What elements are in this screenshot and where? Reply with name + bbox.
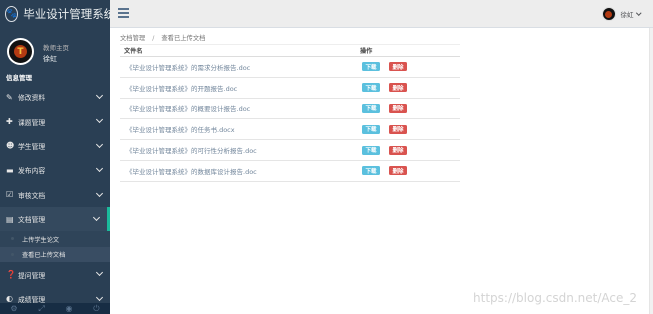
file-name: 《毕业设计管理系统》的概要设计报告.doc: [126, 105, 251, 114]
chevron-down-icon: [95, 165, 104, 173]
delete-button[interactable]: 删除: [389, 166, 407, 176]
folder-icon: ▤: [6, 214, 14, 224]
table-row: 《毕业设计管理系统》的概要设计报告.doc 下载 删除: [120, 99, 460, 120]
main-content: 文档管理 / 查看已上传文档 文件名 操作 《毕业设计管理系统》的需求分析报告.…: [110, 28, 649, 314]
file-name: 《毕业设计管理系统》的可行性分析报告.doc: [126, 147, 257, 156]
sidebar-item-label: 文档管理: [18, 216, 46, 225]
download-button[interactable]: 下载: [362, 145, 380, 155]
delete-button[interactable]: 删除: [389, 103, 407, 113]
sidebar-item-label: 审核文档: [18, 191, 46, 200]
chevron-down-icon: [95, 269, 104, 277]
submenu-item-view-uploaded[interactable]: 查看已上传文档: [0, 246, 110, 263]
header-filename: 文件名: [124, 48, 143, 55]
sidebar-item-topics[interactable]: ✚ 课题管理: [0, 109, 110, 133]
chevron-down-icon: [95, 116, 104, 124]
avatar: T: [7, 38, 34, 65]
settings-icon[interactable]: ⚙: [10, 304, 17, 313]
page-scrollbar[interactable]: [649, 28, 653, 314]
avatar-glyph: T: [14, 45, 27, 58]
download-button[interactable]: 下载: [362, 166, 380, 176]
section-title: 信息管理: [6, 74, 32, 82]
power-icon[interactable]: ⏻: [93, 304, 99, 314]
delete-button[interactable]: 删除: [389, 83, 407, 93]
chevron-down-icon: [95, 91, 104, 100]
top-nav: 徐虹: [110, 0, 653, 28]
breadcrumb-root[interactable]: 文档管理: [120, 35, 145, 42]
chevron-down-icon: [95, 189, 104, 197]
sidebar-item-students[interactable]: ☻ 学生管理: [0, 134, 110, 158]
tag-icon: ✚: [6, 117, 13, 127]
table-header: 文件名 操作: [120, 45, 460, 57]
table-row: 《毕业设计管理系统》的可行性分析报告.doc 下载 删除: [120, 140, 460, 161]
file-name: 《毕业设计管理系统》的开题报告.doc: [126, 84, 238, 93]
publish-icon: ▬: [6, 165, 14, 175]
profile-welcome: 教师主页: [43, 44, 69, 52]
file-name: 《毕业设计管理系统》的任务书.docx: [126, 126, 235, 135]
profile: T 教师主页 徐虹: [6, 38, 106, 68]
row-actions: 下载 删除: [360, 124, 460, 134]
edit-icon: ✎: [6, 92, 13, 102]
breadcrumb-separator: /: [152, 35, 155, 42]
menu-toggle-icon[interactable]: [118, 8, 129, 18]
row-actions: 下载 删除: [360, 145, 460, 155]
table-row: 《毕业设计管理系统》的需求分析报告.doc 下载 删除: [120, 57, 460, 78]
eye-icon[interactable]: ◉: [65, 304, 72, 313]
row-actions: 下载 删除: [360, 103, 460, 113]
watermark: https://blog.csdn.net/Ace_2: [473, 291, 637, 305]
breadcrumb-current: 查看已上传文档: [161, 35, 206, 42]
user-name: 徐虹: [620, 11, 634, 19]
sidebar-item-label: 课题管理: [18, 118, 46, 127]
fullscreen-icon[interactable]: ⤢: [38, 304, 44, 314]
sidebar-item-questions[interactable]: ❓ 提问管理: [0, 262, 110, 286]
documents-table: 文件名 操作 《毕业设计管理系统》的需求分析报告.doc 下载 删除 《毕业设计…: [120, 44, 460, 182]
delete-button[interactable]: 删除: [389, 145, 407, 155]
table-row: 《毕业设计管理系统》的开题报告.doc 下载 删除: [120, 78, 460, 99]
chevron-down-icon: [92, 213, 101, 221]
submenu-item-upload-thesis[interactable]: 上传学生论文: [0, 231, 110, 247]
file-name: 《毕业设计管理系统》的需求分析报告.doc: [126, 63, 251, 72]
user-icon: ☻: [6, 141, 15, 151]
file-name: 《毕业设计管理系统》的数据库设计报告.doc: [126, 167, 257, 176]
download-button[interactable]: 下载: [362, 124, 380, 134]
brand-title: 毕业设计管理系统: [23, 7, 110, 21]
download-button[interactable]: 下载: [362, 62, 380, 72]
user-avatar: [601, 7, 616, 21]
chevron-down-icon: [95, 140, 104, 148]
profile-name: 徐虹: [43, 55, 57, 63]
header-operation: 操作: [360, 48, 373, 55]
row-actions: 下载 删除: [360, 62, 460, 72]
row-actions: 下载 删除: [360, 166, 460, 176]
paw-logo-icon: 🐾: [5, 6, 19, 22]
sidebar-footer: ⚙ ⤢ ◉ ⏻: [0, 303, 110, 314]
sidebar-item-label: 学生管理: [18, 142, 46, 151]
delete-button[interactable]: 删除: [389, 62, 407, 72]
sidebar-item-label: 修改资料: [18, 94, 46, 103]
download-button[interactable]: 下载: [362, 103, 380, 113]
caret-down-icon: [635, 10, 641, 16]
sidebar-item-publish[interactable]: ▬ 发布内容: [0, 158, 110, 182]
delete-button[interactable]: 删除: [389, 124, 407, 134]
table-row: 《毕业设计管理系统》的数据库设计报告.doc 下载 删除: [120, 161, 460, 182]
question-icon: ❓: [6, 270, 16, 280]
check-square-icon: ☑: [6, 190, 14, 200]
row-actions: 下载 删除: [360, 83, 460, 93]
sidebar-item-review[interactable]: ☑ 审核文档: [0, 183, 110, 207]
user-menu[interactable]: 徐虹: [601, 7, 641, 21]
chevron-down-icon: [95, 293, 104, 301]
sidebar-menu: ✎ 修改资料 ✚ 课题管理 ☻ 学生管理 ▬ 发布内容 ☑ 审核文档 ▤ 文档管…: [0, 85, 110, 311]
breadcrumb: 文档管理 / 查看已上传文档: [120, 33, 205, 42]
sidebar-item-label: 提问管理: [18, 271, 46, 280]
sidebar-item-label: 发布内容: [18, 167, 46, 176]
sidebar: 🐾 毕业设计管理系统 T 教师主页 徐虹 信息管理 ✎ 修改资料 ✚ 课题管理 …: [0, 0, 110, 314]
table-row: 《毕业设计管理系统》的任务书.docx 下载 删除: [120, 119, 460, 141]
sidebar-item-documents[interactable]: ▤ 文档管理: [0, 206, 110, 232]
sidebar-item-edit-profile[interactable]: ✎ 修改资料: [0, 85, 110, 109]
download-button[interactable]: 下载: [362, 83, 380, 93]
brand[interactable]: 🐾 毕业设计管理系统: [0, 0, 110, 28]
